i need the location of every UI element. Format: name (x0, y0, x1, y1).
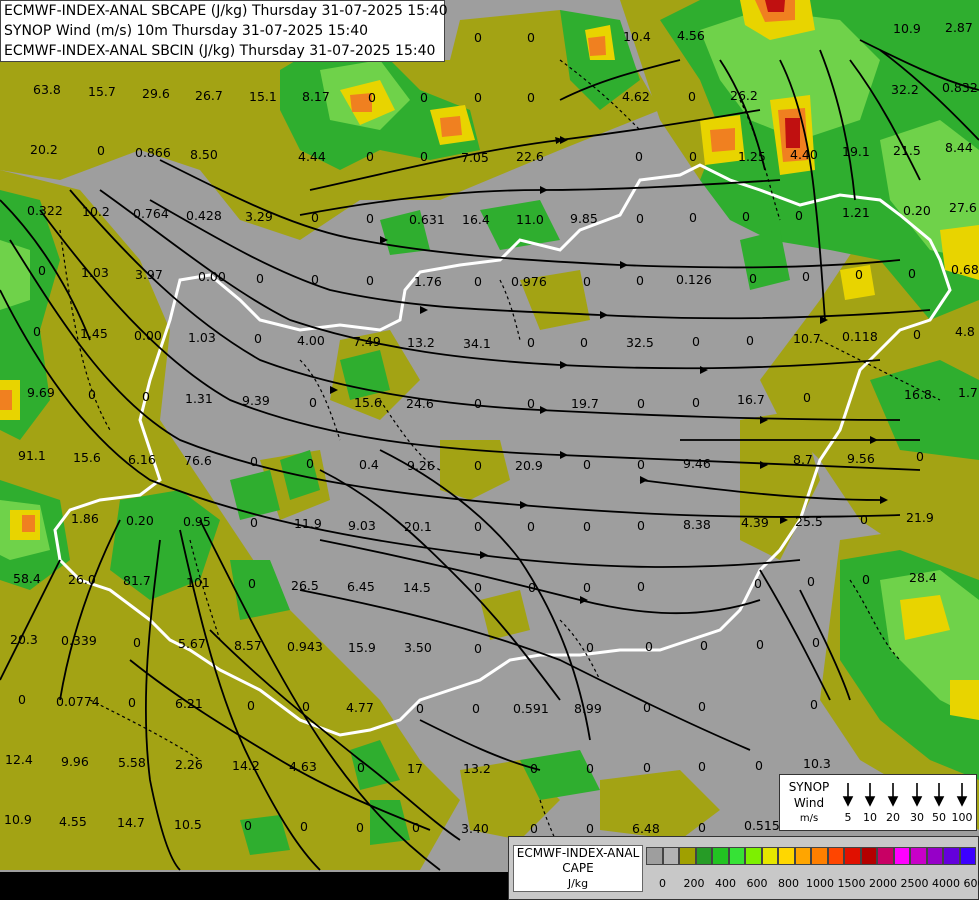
cape-color-swatch (926, 847, 943, 865)
wind-value-4: 30 (910, 811, 924, 824)
cape-color-swatch (728, 847, 745, 865)
cape-color-bar (646, 847, 976, 865)
wind-legend-title-2: Wind (793, 796, 825, 810)
cape-color-swatch (794, 847, 811, 865)
map-title: ECMWF-INDEX-ANAL SBCAPE (J/kg) Thursday … (0, 0, 448, 62)
cape-tick-label: 2000 (869, 877, 897, 890)
wind-value-5: 50 (932, 811, 946, 824)
cape-legend-title: ECMWF-INDEX-ANAL CAPE J/kg (513, 845, 643, 892)
cape-tick-label: 800 (778, 877, 799, 890)
cape-tick-label: 6000 (963, 877, 979, 890)
cape-tick-label: 0 (659, 877, 666, 890)
cape-color-swatch (811, 847, 828, 865)
cape-color-swatch (943, 847, 960, 865)
cape-color-swatch (910, 847, 927, 865)
wind-legend-title: SYNOP Wind m/s (783, 779, 835, 827)
cape-legend-ticks: 0 200 400 600 800 100015002000250040006000 (646, 877, 979, 891)
wind-legend-arrows (842, 783, 968, 807)
cape-legend-unit: J/kg (567, 877, 589, 890)
cape-color-swatch (646, 847, 663, 865)
cape-color-swatch (662, 847, 679, 865)
cape-color-swatch (745, 847, 762, 865)
wind-value-6: 100 (951, 811, 973, 824)
wind-legend-title-1: SYNOP (788, 780, 830, 794)
cape-tick-label: 1500 (837, 877, 866, 890)
wind-legend-unit: m/s (799, 813, 819, 824)
cape-tick-label: 2500 (900, 877, 929, 890)
cape-tick-label: 200 (683, 877, 705, 890)
weather-map: ECMWF-INDEX-ANAL SBCAPE (J/kg) Thursday … (0, 0, 979, 900)
cape-legend-title-2: CAPE (562, 861, 594, 875)
title-cape-line: ECMWF-INDEX-ANAL SBCAPE (J/kg) Thursday … (4, 3, 448, 19)
title-wind-line: SYNOP Wind (m/s) 10m Thursday 31-07-2025… (4, 23, 369, 39)
cape-legend-title-1: ECMWF-INDEX-ANAL (516, 846, 640, 860)
cape-color-swatch (778, 847, 795, 865)
cape-field (0, 0, 979, 900)
cape-color-swatch (844, 847, 861, 865)
wind-value-2: 10 (863, 811, 877, 824)
cape-tick-label: 600 (746, 877, 768, 890)
cape-tick-label: 4000 (932, 877, 960, 890)
wind-legend: SYNOP Wind m/s 5 10 20 30 50 100 (779, 774, 977, 831)
cape-tick-label: 1000 (806, 877, 834, 890)
wind-value-1: 5 (844, 811, 852, 824)
cape-legend: ECMWF-INDEX-ANAL CAPE J/kg 0 200 400 600 800… (508, 836, 979, 900)
cape-color-swatch (860, 847, 877, 865)
cape-color-swatch (695, 847, 712, 865)
wind-value-3: 20 (886, 811, 900, 824)
title-cin-line: ECMWF-INDEX-ANAL SBCIN (J/kg) Thursday 3… (4, 43, 436, 59)
cape-tick-label: 400 (715, 877, 736, 890)
wind-legend-values: 5 10 20 30 50 100 (838, 811, 978, 827)
cape-color-swatch (959, 847, 976, 865)
cape-color-swatch (827, 847, 844, 865)
cape-color-swatch (679, 847, 696, 865)
cape-color-swatch (712, 847, 729, 865)
cape-color-swatch (893, 847, 910, 865)
cape-color-swatch (761, 847, 778, 865)
cape-color-swatch (877, 847, 894, 865)
